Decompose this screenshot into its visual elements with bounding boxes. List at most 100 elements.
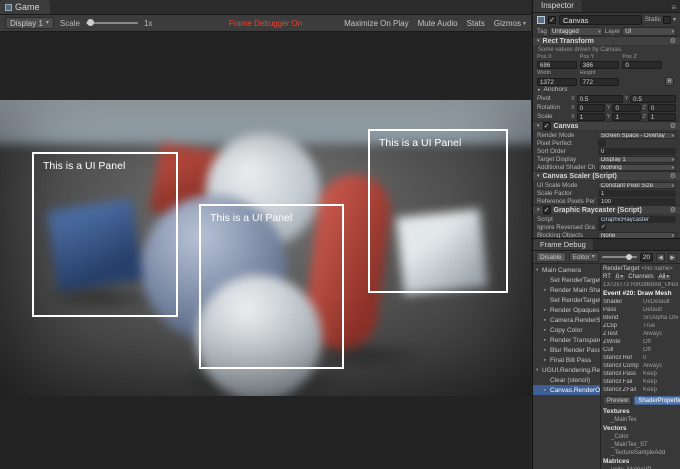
foldout-arrow-icon[interactable]: ▾ — [537, 123, 540, 129]
next-event-button[interactable]: ▶ — [668, 252, 677, 262]
editor-dropdown[interactable]: Editor ▾ — [568, 252, 599, 262]
rotation-x-field[interactable]: 0 — [576, 103, 605, 112]
rect-transform-grid: Pos X Pos Y Pos Z 686 386 0 Width Height… — [533, 54, 680, 86]
scale-y-field[interactable]: 1 — [612, 112, 641, 121]
anchors-foldout[interactable]: ▸ Anchors — [533, 86, 680, 94]
tab-preview[interactable]: Preview — [603, 396, 633, 405]
vector-property: _MainTex_ST — [611, 442, 648, 448]
game-toolbar-button[interactable]: Stats — [467, 19, 487, 28]
tag-dropdown[interactable]: Untagged — [548, 26, 603, 36]
frame-debug-tree-item[interactable]: ▸ Final Blit Pass — [533, 355, 600, 365]
graphic-raycaster-header[interactable]: ▾ ✓ Graphic Raycaster (Script) ⚙ — [533, 205, 680, 215]
frame-debug-tree-item[interactable]: Set RenderTarget — [533, 295, 600, 305]
rect-transform-header[interactable]: ▾ Rect Transform ⚙ — [533, 36, 680, 46]
tab-game[interactable]: Game — [0, 0, 50, 14]
disable-button[interactable]: Disable — [536, 252, 566, 262]
gameobject-name-field[interactable]: Canvas — [559, 14, 642, 25]
inspector-property-row: Sort Order 0 — [533, 147, 680, 155]
static-checkbox[interactable] — [662, 15, 671, 24]
channels-dropdown[interactable]: All ▾ — [655, 273, 673, 281]
rotation-y-field[interactable]: 0 — [612, 103, 641, 112]
height-field[interactable]: 772 — [579, 77, 620, 86]
frame-debug-pane: Frame Debug Disable Editor ▾ 20 ◀ ▶ ▾ Ma… — [532, 238, 680, 469]
property-value[interactable]: Display 1 — [598, 155, 676, 163]
blueprint-mode-button[interactable]: R — [665, 77, 674, 86]
width-field[interactable]: 1372 — [537, 77, 577, 86]
frame-debug-property-row: Cull Off — [603, 347, 651, 353]
gear-icon[interactable]: ⚙ — [670, 172, 676, 180]
property-value[interactable]: 100 — [598, 197, 676, 205]
pivot-x-field[interactable]: 0.5 — [576, 94, 623, 103]
component-enabled-checkbox[interactable]: ✓ — [542, 122, 551, 130]
canvas-gameobject-icon — [537, 15, 545, 24]
tab-frame-debug[interactable]: Frame Debug — [533, 239, 593, 250]
frame-debug-body: ▾ Main Camera Set RenderTarget ▸ Render … — [533, 264, 680, 469]
pivot-y-field[interactable]: 0.5 — [630, 94, 676, 103]
gameobject-header: ✓ Canvas Static ▾ — [533, 13, 680, 26]
frame-debug-tree-item[interactable]: Set RenderTarget — [533, 275, 600, 285]
pos-x-field[interactable]: 686 — [537, 61, 577, 69]
foldout-arrow-icon[interactable]: ▾ — [537, 38, 540, 44]
tab-inspector[interactable]: Inspector — [533, 0, 582, 12]
event-slider[interactable] — [601, 254, 637, 260]
gear-icon[interactable]: ⚙ — [670, 122, 676, 130]
slider-knob[interactable] — [86, 19, 94, 26]
canvas-component-header[interactable]: ▾ ✓ Canvas ⚙ — [533, 121, 680, 131]
foldout-arrow-icon[interactable]: ▾ — [537, 173, 540, 179]
component-enabled-checkbox[interactable]: ✓ — [542, 206, 551, 214]
tag-layer-row: Tag Untagged Layer UI — [533, 26, 680, 36]
previous-event-button[interactable]: ◀ — [656, 252, 665, 262]
gameobject-enabled-checkbox[interactable]: ✓ — [548, 15, 556, 24]
property-value[interactable]: Nothing — [598, 163, 676, 171]
frame-debug-detail: RenderTarget <No name> RT 0 ▾ Channels A… — [601, 264, 680, 469]
ui-panel-label: This is a UI Panel — [210, 212, 293, 224]
tab-shader-properties[interactable]: ShaderProperties — [634, 396, 680, 405]
game-toolbar-button[interactable]: Maximize On Play — [344, 19, 410, 28]
gear-icon[interactable]: ⚙ — [670, 37, 676, 45]
frame-debug-tree-item[interactable]: ▸ Render Transparents — [533, 335, 600, 345]
frame-debug-tree-item[interactable]: ▸ Canvas.RenderOverlays — [533, 385, 600, 395]
layer-label: Layer — [604, 27, 621, 35]
foldout-arrow-icon: ▸ — [544, 347, 547, 352]
pos-z-field[interactable]: 0 — [622, 61, 662, 69]
layer-dropdown[interactable]: UI — [622, 26, 676, 36]
scale-slider[interactable] — [85, 19, 138, 26]
ui-panel-1: This is a UI Panel — [32, 152, 178, 317]
menu-icon[interactable]: ≡ — [667, 3, 680, 12]
frame-debug-tree-item[interactable]: ▸ Camera.RenderSkybox — [533, 315, 600, 325]
event-number-field[interactable]: 20 — [640, 252, 653, 262]
game-toolbar-button[interactable]: Gizmos ▾ — [494, 19, 526, 28]
frame-debug-tree-item[interactable]: ▸ Render Main Shadowmap — [533, 285, 600, 295]
chevron-down-icon: ▾ — [666, 274, 670, 280]
frame-debug-tree-item[interactable]: ▾ UGUI.Rendering.RenderOverlays — [533, 365, 600, 375]
inspector-property-row: UI Scale Mode Constant Pixel Size — [533, 181, 680, 189]
frame-debug-tree-item[interactable]: ▸ Render Opaques — [533, 305, 600, 315]
scale-z-field[interactable]: 1 — [647, 112, 676, 121]
unity-editor-window: Game Display 1 ▾ Scale 1x Frame Debugger… — [0, 0, 680, 469]
slider-knob[interactable] — [626, 254, 633, 260]
vector-property: _TextureSampleAdd — [611, 450, 666, 456]
frame-debug-tree-item[interactable]: ▸ Blur Render Pass — [533, 345, 600, 355]
inspector-property-row: Additional Shader Channels Nothing — [533, 163, 680, 171]
vectors-section-title: Vectors — [603, 425, 627, 432]
property-value[interactable]: 0 — [598, 147, 676, 155]
display-dropdown[interactable]: Display 1 ▾ — [5, 17, 54, 29]
property-value[interactable] — [598, 139, 606, 147]
property-value[interactable]: ✓ — [598, 223, 606, 231]
frame-debug-tree-item[interactable]: ▾ Main Camera — [533, 265, 600, 275]
scale-x-field[interactable]: 1 — [576, 112, 605, 121]
game-toolbar-button[interactable]: Mute Audio — [418, 19, 460, 28]
pos-y-field[interactable]: 386 — [579, 61, 620, 69]
frame-debug-tree-item[interactable]: ▸ Copy Color — [533, 325, 600, 335]
property-value[interactable]: 1 — [598, 189, 676, 197]
foldout-arrow-icon[interactable]: ▾ — [537, 207, 540, 213]
property-value[interactable]: Constant Pixel Size — [598, 181, 676, 189]
rotation-z-field[interactable]: 0 — [647, 103, 676, 112]
frame-debug-tree-item[interactable]: Clear (stencil) — [533, 375, 600, 385]
rt-index-dropdown[interactable]: 0 ▾ — [612, 273, 627, 281]
property-value[interactable]: Screen Space - Overlay — [598, 131, 676, 139]
static-toggle[interactable]: Static ▾ — [645, 15, 676, 24]
gear-icon[interactable]: ⚙ — [670, 206, 676, 214]
property-value[interactable]: GraphicRaycaster — [598, 215, 676, 223]
canvas-scaler-header[interactable]: ▾ Canvas Scaler (Script) ⚙ — [533, 171, 680, 181]
